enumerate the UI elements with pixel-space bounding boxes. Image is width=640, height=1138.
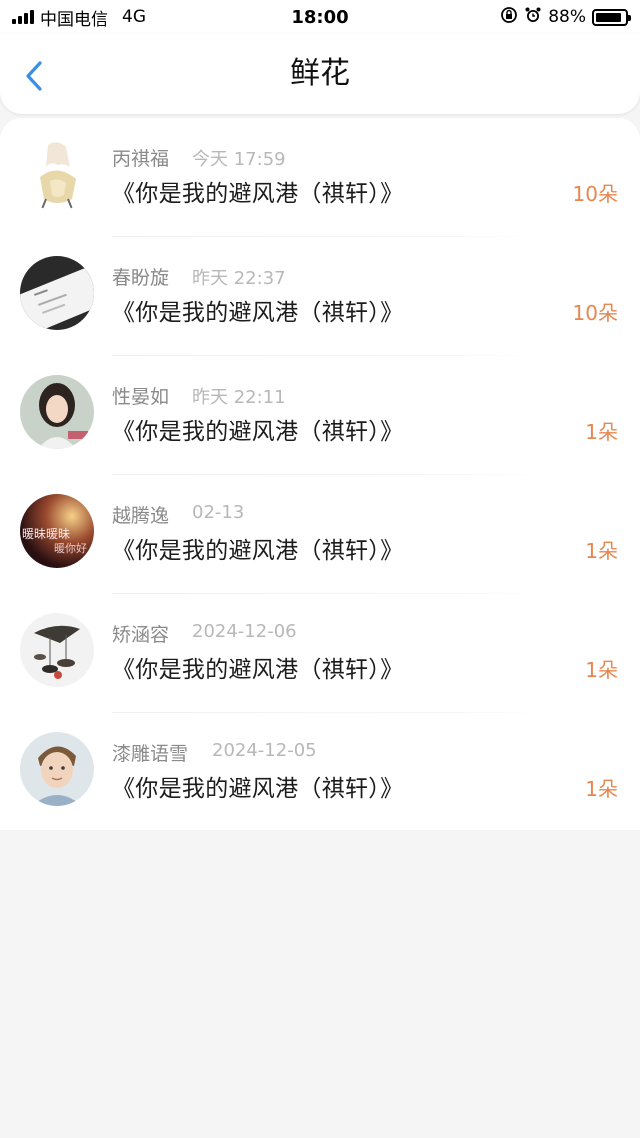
- list-item[interactable]: 丙祺福 今天 17:59 《你是我的避风港（祺轩）》 10朵: [0, 118, 640, 237]
- flower-count: 1朵: [585, 658, 618, 682]
- sender-name: 丙祺福: [112, 148, 170, 170]
- work-title[interactable]: 《你是我的避风港（祺轩）》: [112, 531, 403, 565]
- status-bar: 中国电信 4G 18:00 88%: [0, 0, 640, 34]
- flower-count: 1朵: [585, 777, 618, 801]
- signal-icon: [12, 10, 34, 24]
- avatar[interactable]: [20, 137, 94, 211]
- flower-count: 10朵: [572, 301, 618, 325]
- work-title[interactable]: 《你是我的避风港（祺轩）》: [112, 174, 403, 208]
- work-title[interactable]: 《你是我的避风港（祺轩）》: [112, 650, 403, 684]
- status-right: 88%: [500, 6, 631, 29]
- send-time: 昨天 22:37: [192, 268, 286, 289]
- list-item[interactable]: 春盼旋 昨天 22:37 《你是我的避风港（祺轩）》 10朵: [0, 237, 640, 356]
- avatar[interactable]: [20, 732, 94, 806]
- alarm-icon: [524, 6, 542, 29]
- flower-list: 丙祺福 今天 17:59 《你是我的避风港（祺轩）》 10朵 春盼旋 昨天 22…: [0, 118, 640, 830]
- avatar[interactable]: [20, 375, 94, 449]
- work-title[interactable]: 《你是我的避风港（祺轩）》: [112, 412, 403, 446]
- battery-icon: [592, 8, 631, 26]
- sender-name: 矫涵容: [112, 624, 170, 646]
- sender-name: 越腾逸: [112, 505, 170, 527]
- status-left: 中国电信 4G: [12, 5, 146, 30]
- flower-count: 10朵: [572, 182, 618, 206]
- list-item[interactable]: 性晏如 昨天 22:11 《你是我的避风港（祺轩）》 1朵: [0, 356, 640, 475]
- send-time: 2024-12-06: [192, 621, 297, 642]
- avatar[interactable]: [20, 256, 94, 330]
- avatar[interactable]: 暖昧暖昧 暖你好: [20, 494, 94, 568]
- avatar-text-2: 暖你好: [54, 541, 87, 555]
- sender-name: 春盼旋: [112, 267, 170, 289]
- avatar-text-1: 暖昧暖昧: [22, 527, 70, 541]
- send-time: 2024-12-05: [212, 740, 317, 761]
- page-title: 鲜花: [290, 56, 350, 91]
- flower-count: 1朵: [585, 539, 618, 563]
- list-item[interactable]: 暖昧暖昧 暖你好 越腾逸 02-13 《你是我的避风港（祺轩）》 1朵: [0, 475, 640, 594]
- work-title[interactable]: 《你是我的避风港（祺轩）》: [112, 293, 403, 327]
- list-item[interactable]: 矫涵容 2024-12-06 《你是我的避风港（祺轩）》 1朵: [0, 594, 640, 713]
- send-time: 今天 17:59: [192, 149, 286, 170]
- sender-name: 性晏如: [112, 386, 170, 408]
- network-label: 4G: [122, 7, 146, 27]
- send-time: 02-13: [192, 502, 245, 523]
- carrier-label: 中国电信: [40, 9, 108, 30]
- battery-percent: 88%: [548, 7, 586, 27]
- send-time: 昨天 22:11: [192, 387, 286, 408]
- list-item[interactable]: 漆雕语雪 2024-12-05 《你是我的避风港（祺轩）》 1朵: [0, 713, 640, 832]
- work-title[interactable]: 《你是我的避风港（祺轩）》: [112, 769, 403, 803]
- nav-bar: 鲜花: [0, 34, 640, 114]
- flower-count: 1朵: [585, 420, 618, 444]
- sender-name: 漆雕语雪: [112, 743, 189, 765]
- orientation-lock-icon: [500, 6, 518, 29]
- battery-fill: [596, 12, 621, 22]
- avatar[interactable]: [20, 613, 94, 687]
